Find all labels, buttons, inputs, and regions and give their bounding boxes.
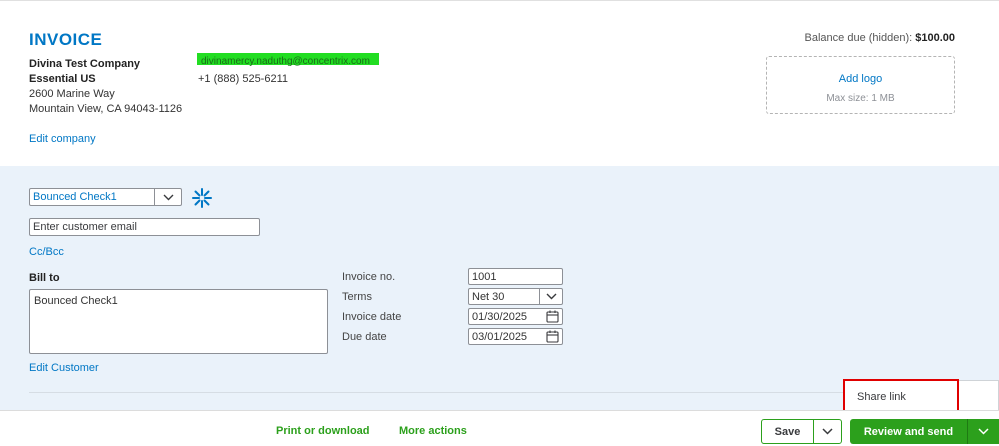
company-address-line1: 2600 Marine Way — [29, 88, 115, 100]
due-date-value: 03/01/2025 — [472, 331, 528, 343]
add-logo-box[interactable]: Add logo Max size: 1 MB — [766, 56, 955, 114]
terms-label: Terms — [342, 291, 372, 303]
edit-customer-link[interactable]: Edit Customer — [29, 362, 99, 374]
send-options-button[interactable] — [967, 419, 999, 444]
chevron-down-icon — [978, 428, 989, 435]
company-address-line2: Mountain View, CA 94043-1126 — [29, 103, 183, 115]
invoice-date-label: Invoice date — [342, 311, 402, 323]
cc-bcc-link[interactable]: Cc/Bcc — [29, 246, 64, 258]
invoice-title: INVOICE — [29, 30, 103, 49]
bill-to-label: Bill to — [29, 272, 60, 284]
invoice-date-input[interactable]: 01/30/2025 — [468, 308, 563, 325]
print-or-download-button[interactable]: Print or download — [276, 425, 370, 437]
add-logo-link[interactable]: Add logo — [767, 73, 954, 85]
company-phone: +1 (888) 525-6211 — [198, 73, 289, 85]
save-button[interactable]: Save — [762, 420, 813, 443]
terms-value: Net 30 — [472, 291, 505, 303]
chevron-down-icon[interactable] — [154, 189, 181, 205]
section-divider — [29, 392, 970, 393]
customer-select[interactable]: Bounced Check1 — [29, 188, 182, 206]
company-email: divinamercy.naduthg@concentrix.com — [201, 56, 370, 67]
due-date-input[interactable]: 03/01/2025 — [468, 328, 563, 345]
calendar-icon[interactable] — [546, 330, 559, 343]
balance-label: Balance due (hidden): — [804, 32, 913, 44]
due-date-label: Due date — [342, 331, 387, 343]
invoice-no-input[interactable]: 1001 — [468, 268, 563, 285]
save-options-button[interactable] — [813, 420, 841, 443]
customer-email-input[interactable] — [29, 218, 260, 236]
sparkle-icon[interactable] — [192, 188, 212, 208]
company-name: Divina Test Company Essential US — [29, 58, 141, 85]
invoice-no-value: 1001 — [472, 271, 497, 283]
balance-amount: $100.00 — [915, 32, 955, 44]
balance-due: Balance due (hidden): $100.00 — [805, 32, 955, 44]
chevron-down-icon[interactable] — [539, 289, 562, 304]
terms-select[interactable]: Net 30 — [468, 288, 563, 305]
customer-select-value: Bounced Check1 — [33, 191, 117, 203]
calendar-icon[interactable] — [546, 310, 559, 323]
invoice-date-value: 01/30/2025 — [472, 311, 528, 323]
review-send-button-group: Review and send — [850, 419, 999, 444]
review-and-send-button[interactable]: Review and send — [850, 419, 967, 444]
chevron-down-icon — [822, 428, 833, 435]
logo-max-size: Max size: 1 MB — [826, 93, 895, 104]
edit-company-link[interactable]: Edit company — [29, 133, 96, 145]
more-actions-button[interactable]: More actions — [399, 425, 467, 437]
invoice-no-label: Invoice no. — [342, 271, 396, 283]
bill-to-textarea[interactable]: Bounced Check1 — [29, 289, 328, 354]
save-button-group: Save — [761, 419, 842, 444]
share-link-menu-item[interactable]: Share link — [857, 391, 906, 403]
